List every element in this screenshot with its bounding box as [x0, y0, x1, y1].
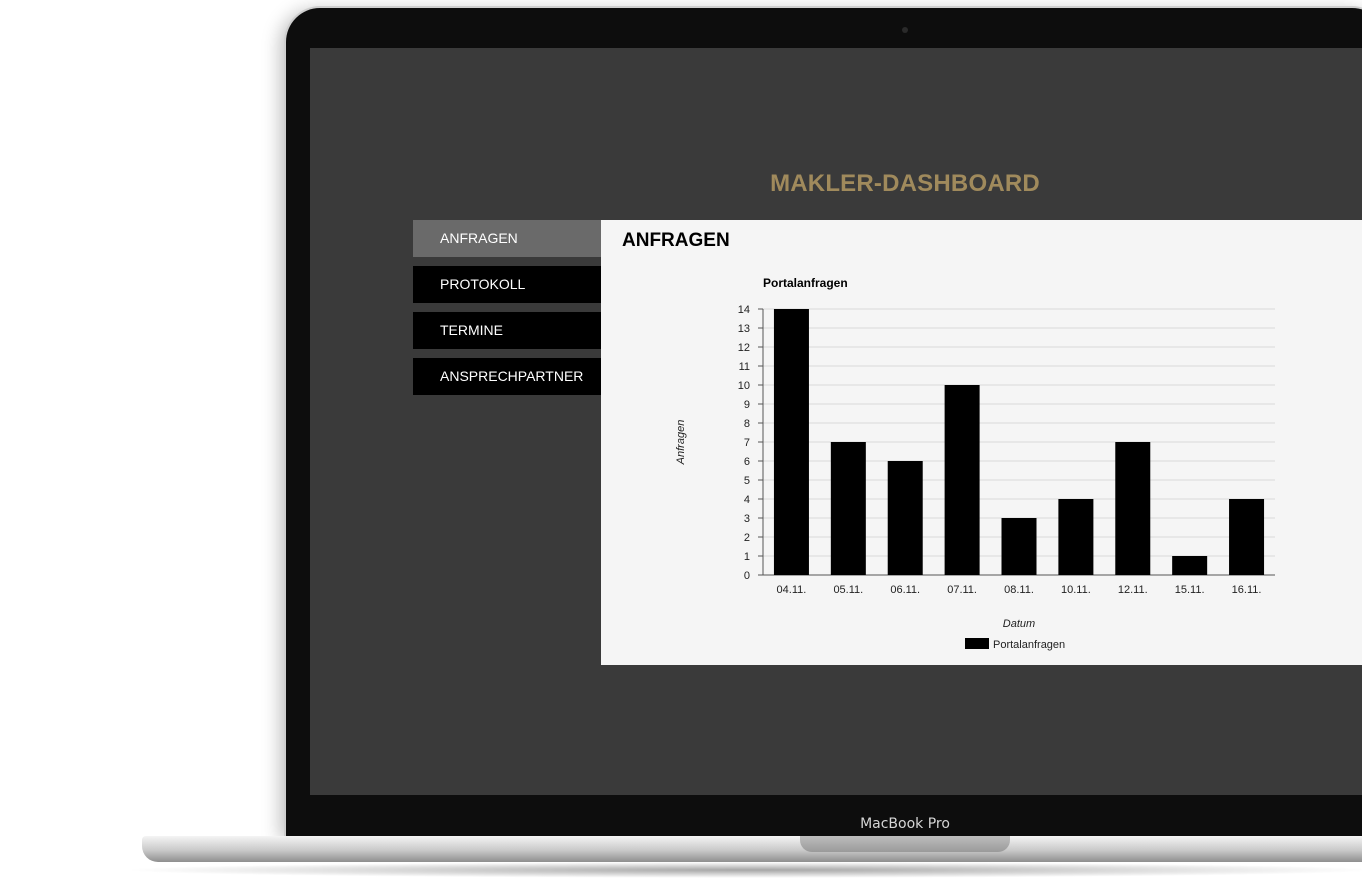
y-tick-label: 2: [744, 532, 750, 544]
y-tick-label: 7: [744, 437, 750, 449]
laptop-base: [142, 836, 1362, 862]
x-tick-label: 08.11.: [1004, 584, 1034, 596]
y-axis-label: Anfragen: [675, 420, 687, 466]
camera-icon: [902, 27, 908, 33]
y-tick-label: 12: [738, 342, 750, 354]
legend-label: Portalanfragen: [993, 639, 1065, 651]
bar-1511: [1172, 556, 1208, 575]
bar-0611: [887, 461, 923, 575]
y-tick-label: 14: [738, 304, 750, 316]
bar-0811: [1001, 518, 1037, 575]
y-tick-label: 8: [744, 418, 750, 430]
content-panel: ANFRAGEN Portalanfragen 0 1 2 3 4 5 6 7 8 9 10 11 12 1…: [601, 220, 1362, 665]
x-tick-label: 05.11.: [833, 584, 863, 596]
dashboard-title: MAKLER-DASHBOARD: [770, 170, 1040, 197]
x-tick-label: 10.11.: [1061, 584, 1091, 596]
x-tick-label: 06.11.: [890, 584, 920, 596]
bar-1611: [1229, 499, 1265, 575]
screen: MAKLER-DASHBOARD ANFRAGEN PROTOKOLL TERM…: [310, 48, 1362, 795]
y-tick-label: 13: [738, 323, 750, 335]
y-tick-label: 1: [744, 551, 750, 563]
x-tick-label: 07.11.: [947, 584, 977, 596]
chart-title: Portalanfragen: [763, 276, 848, 290]
y-tick-label: 4: [744, 494, 750, 506]
y-tick-label: 3: [744, 513, 750, 525]
bar-0411: [773, 309, 809, 575]
y-tick-label: 6: [744, 456, 750, 468]
nav-item-protokoll[interactable]: PROTOKOLL: [413, 266, 602, 303]
y-tick-label: 0: [744, 570, 750, 582]
x-tick-label: 12.11.: [1118, 584, 1148, 596]
x-tick-label: 15.11.: [1175, 584, 1205, 596]
bar-0511: [830, 442, 866, 575]
laptop-shadow: [120, 862, 1362, 878]
x-tick-label: 16.11.: [1232, 584, 1262, 596]
bar-0711: [944, 385, 980, 575]
legend-swatch: [965, 638, 989, 649]
x-axis-label: Datum: [1003, 618, 1035, 630]
bar-1211: [1115, 442, 1151, 575]
nav-item-anfragen[interactable]: ANFRAGEN: [413, 220, 602, 257]
bar-chart: Portalanfragen0123456789101112131404.11.…: [675, 276, 1275, 651]
sidebar-nav: ANFRAGEN PROTOKOLL TERMINE ANSPRECHPARTN…: [413, 220, 602, 404]
bar-1011: [1058, 499, 1094, 575]
device-label: MacBook Pro: [860, 816, 950, 832]
x-tick-label: 04.11.: [777, 584, 807, 596]
nav-item-ansprechpartner[interactable]: ANSPRECHPARTNER: [413, 358, 602, 395]
nav-item-termine[interactable]: TERMINE: [413, 312, 602, 349]
y-tick-label: 5: [744, 475, 750, 487]
y-tick-label: 10: [738, 380, 750, 392]
laptop-notch: [800, 836, 1010, 852]
y-tick-label: 9: [744, 399, 750, 411]
y-tick-label: 11: [739, 361, 750, 373]
